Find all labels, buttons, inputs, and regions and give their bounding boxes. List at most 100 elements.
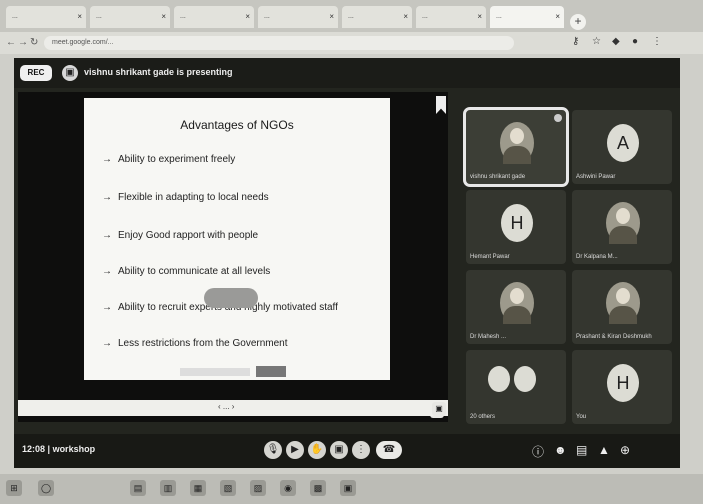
chat-icon[interactable]: ▤ <box>576 443 587 457</box>
plus-icon: + <box>574 14 582 28</box>
url-input[interactable]: meet.google.com/... <box>44 36 514 50</box>
presenting-text: vishnu shrikant gade is presenting <box>84 67 233 77</box>
activities-icon[interactable]: ▲ <box>598 443 610 457</box>
app-icon[interactable]: ▩ <box>310 480 326 496</box>
participant-tile[interactable]: Dr Kalpana M... <box>572 190 672 264</box>
close-icon[interactable]: × <box>77 6 82 28</box>
slide: Advantages of NGOs → Ability to experimen… <box>84 98 390 380</box>
tab-label: ... <box>496 13 502 20</box>
slide-title: Advantages of NGOs <box>180 118 294 132</box>
pin-icon[interactable]: ▣ <box>432 402 446 416</box>
end-call-button[interactable]: ☎ <box>376 441 402 459</box>
participant-name: Hemant Pawar <box>470 254 510 260</box>
participant-tile[interactable]: 20 others <box>466 350 566 424</box>
participant-name: You <box>576 414 587 420</box>
participant-photo <box>500 122 534 164</box>
slide-bullet: → Flexible in adapting to local needs <box>102 192 269 203</box>
participant-name: Ashwini Pawar <box>576 174 616 180</box>
menu-dots-icon[interactable]: ⋮ <box>652 36 662 47</box>
participant-photo <box>500 282 534 324</box>
hand-button[interactable]: ✋ <box>308 441 326 459</box>
participant-name: Dr Mahesh ... <box>470 334 507 340</box>
key-icon[interactable]: ⚷ <box>572 36 579 47</box>
page-nav[interactable]: ‹ ... › <box>218 402 234 411</box>
participant-photo <box>606 282 640 324</box>
participant-name: vishnu shrikant gade <box>470 174 526 180</box>
presenting-icon: ▣ <box>62 65 78 81</box>
participant-tile[interactable]: Dr Mahesh ... <box>466 270 566 344</box>
address-bar-row: ← → ↻ meet.google.com/... ⚷ ☆ ◆ ● ⋮ <box>0 32 703 54</box>
mic-icon: 🎙 <box>266 444 280 455</box>
clock: 12:08 | workshop <box>22 444 96 454</box>
participant-tile[interactable]: Prashant & Kiran Deshmukh <box>572 270 672 344</box>
back-icon[interactable]: ← <box>6 37 16 48</box>
participant-photo <box>606 202 640 244</box>
bookmark-icon[interactable] <box>436 96 446 114</box>
tab-label: ... <box>12 13 18 20</box>
more-button[interactable]: ⋮ <box>352 441 370 459</box>
participant-name: Prashant & Kiran Deshmukh <box>576 334 652 340</box>
browser-tab[interactable]: ... × <box>258 6 338 28</box>
participant-tile[interactable]: A Ashwini Pawar <box>572 110 672 184</box>
browser-tab[interactable]: ... × <box>6 6 86 28</box>
forward-icon[interactable]: → <box>18 37 28 48</box>
app-icon[interactable]: ▣ <box>340 480 356 496</box>
lock-icon[interactable]: ⊕ <box>620 443 630 457</box>
present-button[interactable]: ▣ <box>330 441 348 459</box>
meet-controls-bar: 12:08 | workshop 🎙 ▶ ✋ ▣ ⋮ ☎ ⓘ ☻ ▤ ▲ ⊕ <box>14 434 680 468</box>
chrome-icon[interactable]: ◉ <box>280 480 296 496</box>
slide-viewer-bar: ‹ ... › <box>18 400 448 416</box>
slide-bullet: → Enjoy Good rapport with people <box>102 230 259 241</box>
hand-icon: ✋ <box>310 444 324 455</box>
slide-bullet: → Ability to experiment freely <box>102 154 236 165</box>
browser-tab[interactable]: ... × <box>342 6 412 28</box>
slide-bullet: → Less restrictions from the Government <box>102 338 288 349</box>
presentation-control-pill[interactable] <box>204 288 258 308</box>
people-icon[interactable]: ☻ <box>554 443 567 457</box>
meet-topbar: REC ▣ vishnu shrikant gade is presenting <box>14 58 680 88</box>
tab-label: ... <box>180 13 186 20</box>
app-icon[interactable]: ▨ <box>250 480 266 496</box>
participant-tile[interactable]: H Hemant Pawar <box>466 190 566 264</box>
reload-icon[interactable]: ↻ <box>30 37 38 48</box>
close-icon[interactable]: × <box>329 6 334 28</box>
avatar <box>488 366 510 392</box>
participant-tile[interactable]: vishnu shrikant gade <box>463 107 569 187</box>
participant-name: 20 others <box>470 414 496 420</box>
avatar: H <box>607 364 639 402</box>
mic-button[interactable]: 🎙 <box>264 441 282 459</box>
browser-tab[interactable]: ... × <box>416 6 486 28</box>
close-icon[interactable]: × <box>477 6 482 28</box>
extension-icon[interactable]: ◆ <box>612 36 620 47</box>
app-icon[interactable]: ▦ <box>190 480 206 496</box>
camera-button[interactable]: ▶ <box>286 441 304 459</box>
avatar: A <box>607 124 639 162</box>
start-icon[interactable]: ⊞ <box>6 480 22 496</box>
tab-label: ... <box>264 13 270 20</box>
close-icon[interactable]: × <box>403 6 408 28</box>
profile-icon[interactable]: ● <box>632 36 638 47</box>
browser-tab-strip: ... × ... × ... × ... × ... × ... × ... × + <box>0 0 703 32</box>
star-icon[interactable]: ☆ <box>592 36 601 47</box>
new-tab-button[interactable]: + <box>570 14 586 30</box>
close-icon[interactable]: × <box>161 6 166 28</box>
camera-icon: ▶ <box>291 444 299 455</box>
end-call-icon: ☎ <box>382 444 396 455</box>
slide-footer-button[interactable] <box>256 366 286 377</box>
browser-tab-active[interactable]: ... × <box>490 6 564 28</box>
info-icon[interactable]: ⓘ <box>532 443 544 460</box>
browser-tab[interactable]: ... × <box>90 6 170 28</box>
browser-tab[interactable]: ... × <box>174 6 254 28</box>
app-icon[interactable]: ▤ <box>130 480 146 496</box>
mic-icon <box>554 114 562 122</box>
close-icon[interactable]: × <box>555 6 560 28</box>
search-icon[interactable]: ◯ <box>38 480 54 496</box>
close-icon[interactable]: × <box>245 6 250 28</box>
app-icon[interactable]: ▧ <box>220 480 236 496</box>
app-icon[interactable]: ▥ <box>160 480 176 496</box>
participant-name: Dr Kalpana M... <box>576 254 618 260</box>
present-icon: ▣ <box>334 444 344 455</box>
slide-footer <box>180 368 250 376</box>
participant-tile[interactable]: H You <box>572 350 672 424</box>
meet-window: REC ▣ vishnu shrikant gade is presenting… <box>14 58 680 468</box>
